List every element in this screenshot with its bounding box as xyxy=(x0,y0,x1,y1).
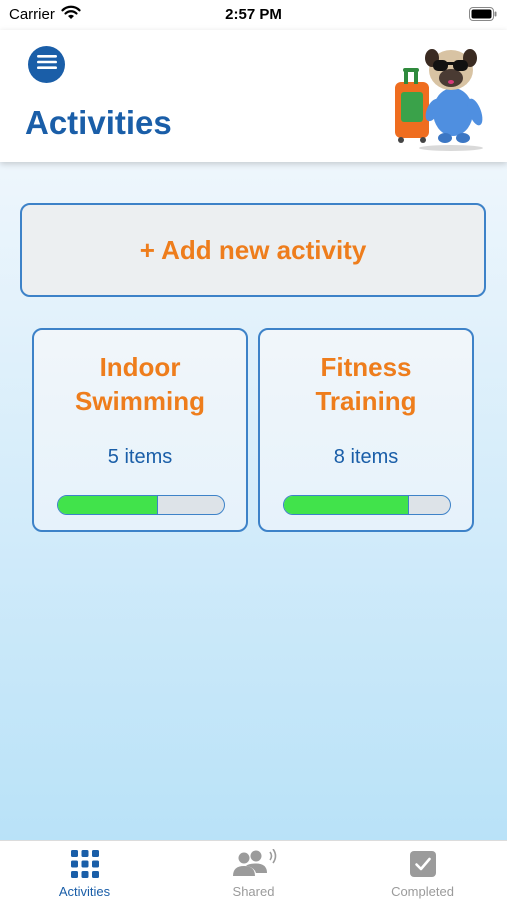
activity-item-count: 5 items xyxy=(107,446,173,468)
main-content: + Add new activity Indoor Swimming 5 ite… xyxy=(0,162,507,840)
activity-card-indoor-swimming[interactable]: Indoor Swimming 5 items xyxy=(32,328,248,532)
activity-title-line1: Indoor xyxy=(99,352,181,382)
tab-shared[interactable]: Shared xyxy=(169,841,338,901)
activity-title-line2: Swimming xyxy=(74,386,205,416)
activity-title: Fitness Training xyxy=(260,350,472,418)
battery-icon xyxy=(469,7,497,25)
add-activity-button[interactable]: + Add new activity xyxy=(20,203,486,297)
progress-fill xyxy=(58,496,158,514)
header: Activities xyxy=(0,30,507,162)
tab-label: Activities xyxy=(58,884,111,899)
checkbox-icon xyxy=(338,849,507,879)
page-title: Activities xyxy=(25,104,172,141)
status-bar: Carrier 2:57 PM xyxy=(0,0,507,30)
people-icon xyxy=(169,849,338,879)
pug-mascot-image xyxy=(389,40,489,152)
tab-bar: Activities Shared Completed xyxy=(0,840,507,901)
tab-label: Shared xyxy=(232,884,275,899)
tab-label: Completed xyxy=(391,884,454,899)
menu-button[interactable] xyxy=(28,46,65,83)
activity-title-line1: Fitness xyxy=(320,352,412,382)
activity-card-fitness-training[interactable]: Fitness Training 8 items xyxy=(258,328,474,532)
menu-icon xyxy=(36,55,57,74)
add-activity-label: + Add new activity xyxy=(139,234,367,265)
grid-icon xyxy=(0,849,169,879)
activity-progress-bar xyxy=(57,495,225,515)
tab-activities[interactable]: Activities xyxy=(0,841,169,901)
activity-item-count: 8 items xyxy=(333,446,399,468)
activity-title-line2: Training xyxy=(315,386,417,416)
clock: 2:57 PM xyxy=(225,6,282,23)
activity-title: Indoor Swimming xyxy=(34,350,246,418)
activity-progress-bar xyxy=(283,495,451,515)
progress-fill xyxy=(284,496,409,514)
tab-completed[interactable]: Completed xyxy=(338,841,507,901)
